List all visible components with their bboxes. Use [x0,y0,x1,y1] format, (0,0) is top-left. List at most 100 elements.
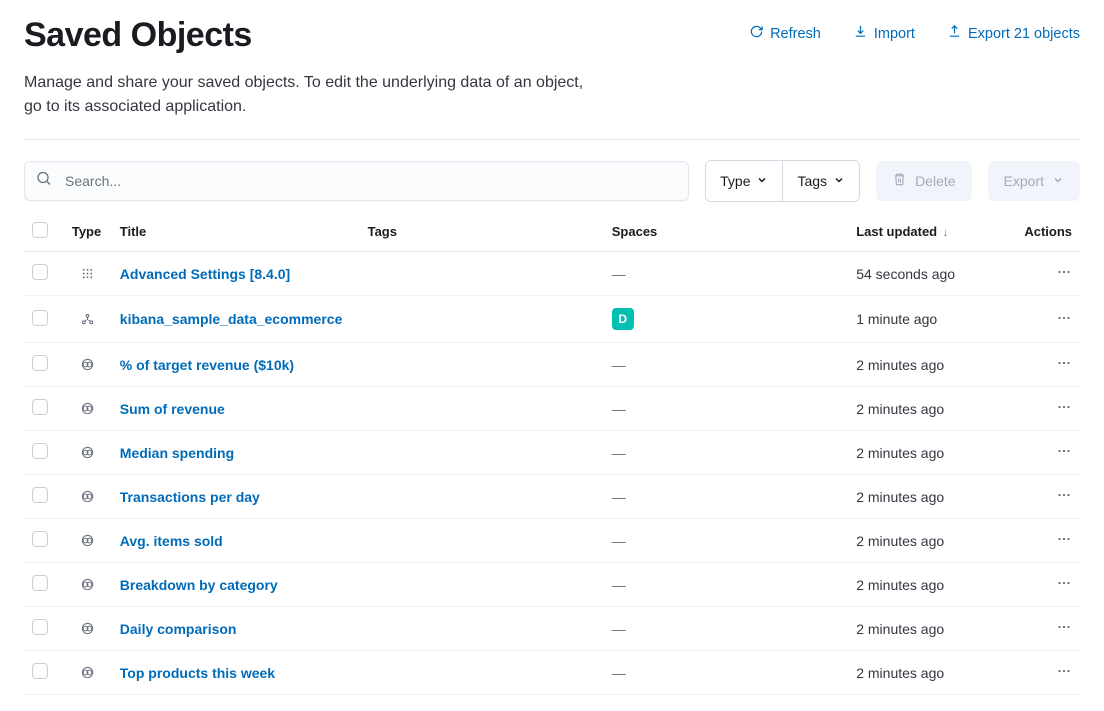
lens-icon [72,621,104,636]
last-updated-value: 2 minutes ago [856,577,944,593]
page-title: Saved Objects [24,16,252,55]
spaces-empty: — [612,621,626,637]
last-updated-value: 1 minute ago [856,311,937,327]
row-actions-menu[interactable] [1056,267,1072,283]
column-type[interactable]: Type [64,214,112,252]
row-actions-menu[interactable] [1056,358,1072,374]
row-actions-menu[interactable] [1056,578,1072,594]
table-row: Sum of revenue — 2 minutes ago [24,387,1080,431]
row-checkbox[interactable] [32,575,48,591]
table-row: Top products this week — 2 minutes ago [24,651,1080,695]
object-title-link[interactable]: kibana_sample_data_ecommerce [120,311,343,327]
chevron-down-icon [833,173,845,189]
row-checkbox[interactable] [32,310,48,326]
lens-icon [72,577,104,592]
row-checkbox[interactable] [32,399,48,415]
spaces-empty: — [612,533,626,549]
space-badge[interactable]: D [612,308,634,330]
import-icon [853,24,868,43]
spaces-empty: — [612,445,626,461]
row-checkbox[interactable] [32,487,48,503]
lens-icon [72,665,104,680]
spaces-empty: — [612,665,626,681]
row-actions-menu[interactable] [1056,313,1072,329]
sort-descending-icon: ↓ [943,227,949,239]
chevron-down-icon [1052,173,1064,189]
spaces-empty: — [612,266,626,282]
table-row: Transactions per day — 2 minutes ago [24,475,1080,519]
row-actions-menu[interactable] [1056,402,1072,418]
last-updated-value: 2 minutes ago [856,665,944,681]
table-row: % of target revenue ($10k) — 2 minutes a… [24,343,1080,387]
objects-table: Type Title Tags Spaces Last updated ↓ Ac… [24,214,1080,695]
object-title-link[interactable]: Advanced Settings [8.4.0] [120,266,290,282]
table-row: Breakdown by category — 2 minutes ago [24,563,1080,607]
table-row: Daily comparison — 2 minutes ago [24,607,1080,651]
table-row: Advanced Settings [8.4.0] — 54 seconds a… [24,252,1080,296]
tags-filter[interactable]: Tags [782,161,859,201]
table-row: Avg. items sold — 2 minutes ago [24,519,1080,563]
object-title-link[interactable]: Median spending [120,445,234,461]
delete-label: Delete [915,173,955,189]
column-spaces[interactable]: Spaces [604,214,848,252]
import-button[interactable]: Import [853,24,915,43]
spaces-empty: — [612,577,626,593]
export-button[interactable]: Export [988,161,1080,201]
export-all-label: Export 21 objects [968,26,1080,42]
header-actions: Refresh Import Export 21 objects [749,16,1080,43]
last-updated-value: 2 minutes ago [856,357,944,373]
object-title-link[interactable]: Transactions per day [120,489,260,505]
row-checkbox[interactable] [32,531,48,547]
row-checkbox[interactable] [32,443,48,459]
export-all-button[interactable]: Export 21 objects [947,24,1080,43]
column-last-updated[interactable]: Last updated ↓ [848,214,1016,252]
object-title-link[interactable]: Top products this week [120,665,275,681]
column-tags[interactable]: Tags [360,214,604,252]
object-title-link[interactable]: Daily comparison [120,621,237,637]
last-updated-value: 2 minutes ago [856,445,944,461]
search-icon [36,171,52,192]
last-updated-value: 54 seconds ago [856,266,955,282]
last-updated-value: 2 minutes ago [856,401,944,417]
refresh-icon [749,24,764,43]
row-actions-menu[interactable] [1056,666,1072,682]
lens-icon [72,357,104,372]
spaces-empty: — [612,489,626,505]
refresh-button[interactable]: Refresh [749,24,821,43]
export-icon [947,24,962,43]
refresh-label: Refresh [770,26,821,42]
row-actions-menu[interactable] [1056,534,1072,550]
delete-button[interactable]: Delete [876,161,971,201]
chevron-down-icon [756,173,768,189]
row-actions-menu[interactable] [1056,446,1072,462]
row-actions-menu[interactable] [1056,622,1072,638]
type-filter[interactable]: Type [706,161,782,201]
index-icon [72,312,104,327]
row-actions-menu[interactable] [1056,490,1072,506]
select-all-checkbox[interactable] [32,222,48,238]
table-row: Median spending — 2 minutes ago [24,431,1080,475]
search-input[interactable] [24,161,689,201]
column-title[interactable]: Title [112,214,360,252]
object-title-link[interactable]: Avg. items sold [120,533,223,549]
table-row: kibana_sample_data_ecommerce D 1 minute … [24,296,1080,343]
row-checkbox[interactable] [32,264,48,280]
trash-icon [892,172,907,190]
lens-icon [72,533,104,548]
row-checkbox[interactable] [32,619,48,635]
page-description: Manage and share your saved objects. To … [24,71,584,119]
last-updated-value: 2 minutes ago [856,489,944,505]
row-checkbox[interactable] [32,663,48,679]
spaces-empty: — [612,357,626,373]
row-checkbox[interactable] [32,355,48,371]
column-actions: Actions [1016,214,1080,252]
lens-icon [72,489,104,504]
divider [24,139,1080,140]
import-label: Import [874,26,915,42]
last-updated-value: 2 minutes ago [856,621,944,637]
object-title-link[interactable]: Sum of revenue [120,401,225,417]
lens-icon [72,445,104,460]
export-label: Export [1004,173,1044,189]
object-title-link[interactable]: Breakdown by category [120,577,278,593]
object-title-link[interactable]: % of target revenue ($10k) [120,357,294,373]
